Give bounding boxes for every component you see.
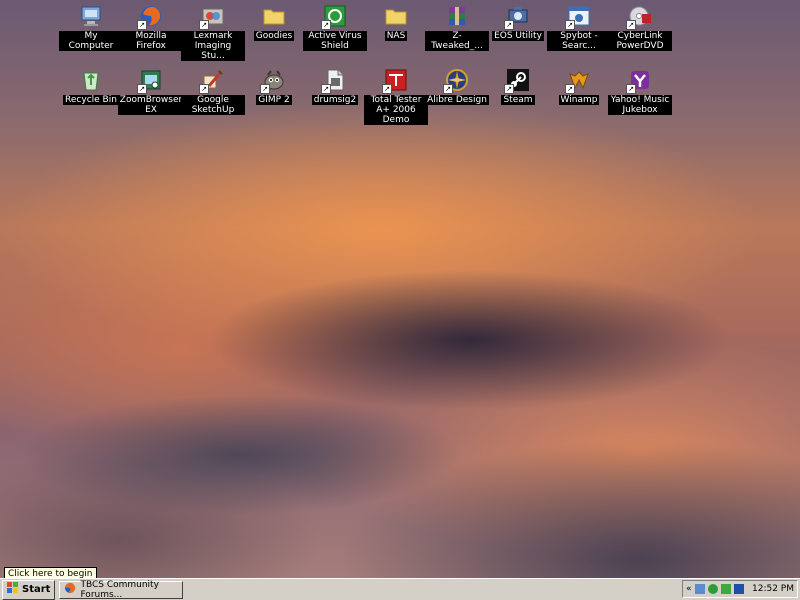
desktop-icon-lexmark[interactable]: ↗ Lexmark Imaging Stu... <box>181 2 245 61</box>
icon-label: ZoomBrowser EX <box>117 95 185 115</box>
icon-label: NAS <box>384 31 408 41</box>
gimp-icon: ↗ <box>260 68 286 94</box>
taskbar-item-tbcs-forums[interactable]: TBCS Community Forums... <box>59 579 184 600</box>
shortcut-arrow-icon: ↗ <box>565 20 575 30</box>
tray-expand-chevron-icon[interactable]: « <box>686 584 692 594</box>
desktop-icon-sketchup[interactable]: ↗ Google SketchUp <box>181 66 245 115</box>
tray-app-icon[interactable] <box>733 584 744 594</box>
icon-label: Spybot - Searc... <box>547 31 611 51</box>
powerdvd-icon: ↗ <box>626 4 652 30</box>
shortcut-arrow-icon: ↗ <box>137 20 147 30</box>
shortcut-arrow-icon: ↗ <box>199 84 209 94</box>
icon-label: Alibre Design <box>425 95 489 105</box>
icon-label: Goodies <box>253 31 295 41</box>
icon-label: Total Tester A+ 2006 Demo <box>364 95 428 125</box>
desktop-icon-eos-utility[interactable]: ↗ EOS Utility <box>486 2 550 41</box>
desktop-icon-gimp[interactable]: ↗ GIMP 2 <box>242 66 306 105</box>
start-button[interactable]: Start <box>2 579 56 600</box>
icon-label: Steam <box>501 95 535 105</box>
shortcut-arrow-icon: ↗ <box>565 84 575 94</box>
winrar-icon <box>445 4 469 28</box>
desktop-icon-total-tester[interactable]: ↗ Total Tester A+ 2006 Demo <box>364 66 428 125</box>
desktop-icon-my-computer[interactable]: My Computer <box>59 2 123 51</box>
start-label: Start <box>22 584 51 595</box>
firefox-icon: ↗ <box>137 4 163 30</box>
my-computer-icon <box>79 4 103 28</box>
shortcut-arrow-icon: ↗ <box>626 20 636 30</box>
icon-label: drumsig2 <box>311 95 359 105</box>
shortcut-arrow-icon: ↗ <box>504 84 514 94</box>
folder-icon <box>262 4 286 28</box>
folder-icon <box>384 4 408 28</box>
desktop-icon-firefox[interactable]: ↗ Mozilla Firefox <box>119 2 183 51</box>
system-tray: « 12:52 PM <box>682 580 798 598</box>
desktop: My Computer ↗ Mozilla Firefox ↗ Lexmark … <box>0 0 800 578</box>
icon-label: Yahoo! Music Jukebox <box>608 95 672 115</box>
desktop-icon-drumsig2[interactable]: ↗ drumsig2 <box>303 66 367 105</box>
taskbar: Start TBCS Community Forums... « 12:52 P… <box>0 578 800 600</box>
alibre-icon: ↗ <box>443 68 469 94</box>
icon-label: Google SketchUp <box>181 95 245 115</box>
icon-label: Lexmark Imaging Stu... <box>181 31 245 61</box>
zoombrowser-icon: ↗ <box>137 68 163 94</box>
desktop-icon-spybot[interactable]: ↗ Spybot - Searc... <box>547 2 611 51</box>
icon-label: EOS Utility <box>492 31 544 41</box>
desktop-icon-zoombrowser[interactable]: ↗ ZoomBrowser EX <box>117 66 185 115</box>
icon-label: Z-Tweaked_... <box>425 31 489 51</box>
icon-label: Active Virus Shield <box>303 31 367 51</box>
shortcut-arrow-icon: ↗ <box>199 20 209 30</box>
shortcut-arrow-icon: ↗ <box>260 84 270 94</box>
windows-logo-icon <box>7 582 19 597</box>
winamp-icon: ↗ <box>565 68 591 94</box>
shortcut-arrow-icon: ↗ <box>504 20 514 30</box>
desktop-icon-goodies[interactable]: Goodies <box>242 2 306 41</box>
taskbar-item-label: TBCS Community Forums... <box>80 579 159 600</box>
desktop-icon-steam[interactable]: ↗ Steam <box>486 66 550 105</box>
shortcut-arrow-icon: ↗ <box>321 20 331 30</box>
yahoo-music-icon: ↗ <box>626 68 652 94</box>
desktop-icon-nas[interactable]: NAS <box>364 2 428 41</box>
shortcut-arrow-icon: ↗ <box>321 84 331 94</box>
icon-label: Mozilla Firefox <box>119 31 183 51</box>
tray-security-icon[interactable] <box>720 584 731 594</box>
desktop-icon-yahoo-music[interactable]: ↗ Yahoo! Music Jukebox <box>608 66 672 115</box>
total-tester-icon: ↗ <box>382 68 408 94</box>
tray-antivirus-icon[interactable] <box>707 584 718 594</box>
shortcut-arrow-icon: ↗ <box>443 84 453 94</box>
sketchup-icon: ↗ <box>199 68 225 94</box>
shortcut-arrow-icon: ↗ <box>626 84 636 94</box>
firefox-icon <box>64 582 76 597</box>
desktop-icon-z-tweaked[interactable]: Z-Tweaked_... <box>425 2 489 51</box>
shortcut-arrow-icon: ↗ <box>382 84 392 94</box>
recycle-bin-icon <box>79 68 103 92</box>
tray-network-icon[interactable] <box>694 584 705 594</box>
shortcut-arrow-icon: ↗ <box>137 84 147 94</box>
eos-utility-icon: ↗ <box>504 4 530 30</box>
steam-icon: ↗ <box>504 68 530 94</box>
desktop-icon-alibre[interactable]: ↗ Alibre Design <box>425 66 489 105</box>
icon-label: CyberLink PowerDVD <box>608 31 672 51</box>
desktop-icon-active-virus-shield[interactable]: ↗ Active Virus Shield <box>303 2 367 51</box>
desktop-icon-winamp[interactable]: ↗ Winamp <box>547 66 611 105</box>
icon-label: Recycle Bin <box>63 95 119 105</box>
desktop-icon-powerdvd[interactable]: ↗ CyberLink PowerDVD <box>608 2 672 51</box>
tray-clock[interactable]: 12:52 PM <box>752 584 794 594</box>
icon-label: Winamp <box>558 95 600 105</box>
spybot-icon: ↗ <box>565 4 591 30</box>
icon-label: My Computer <box>59 31 123 51</box>
desktop-icon-recycle-bin[interactable]: Recycle Bin <box>59 66 123 105</box>
icon-label: GIMP 2 <box>256 95 292 105</box>
lexmark-icon: ↗ <box>199 4 225 30</box>
document-icon: ↗ <box>321 68 347 94</box>
antivirus-shield-icon: ↗ <box>321 4 347 30</box>
